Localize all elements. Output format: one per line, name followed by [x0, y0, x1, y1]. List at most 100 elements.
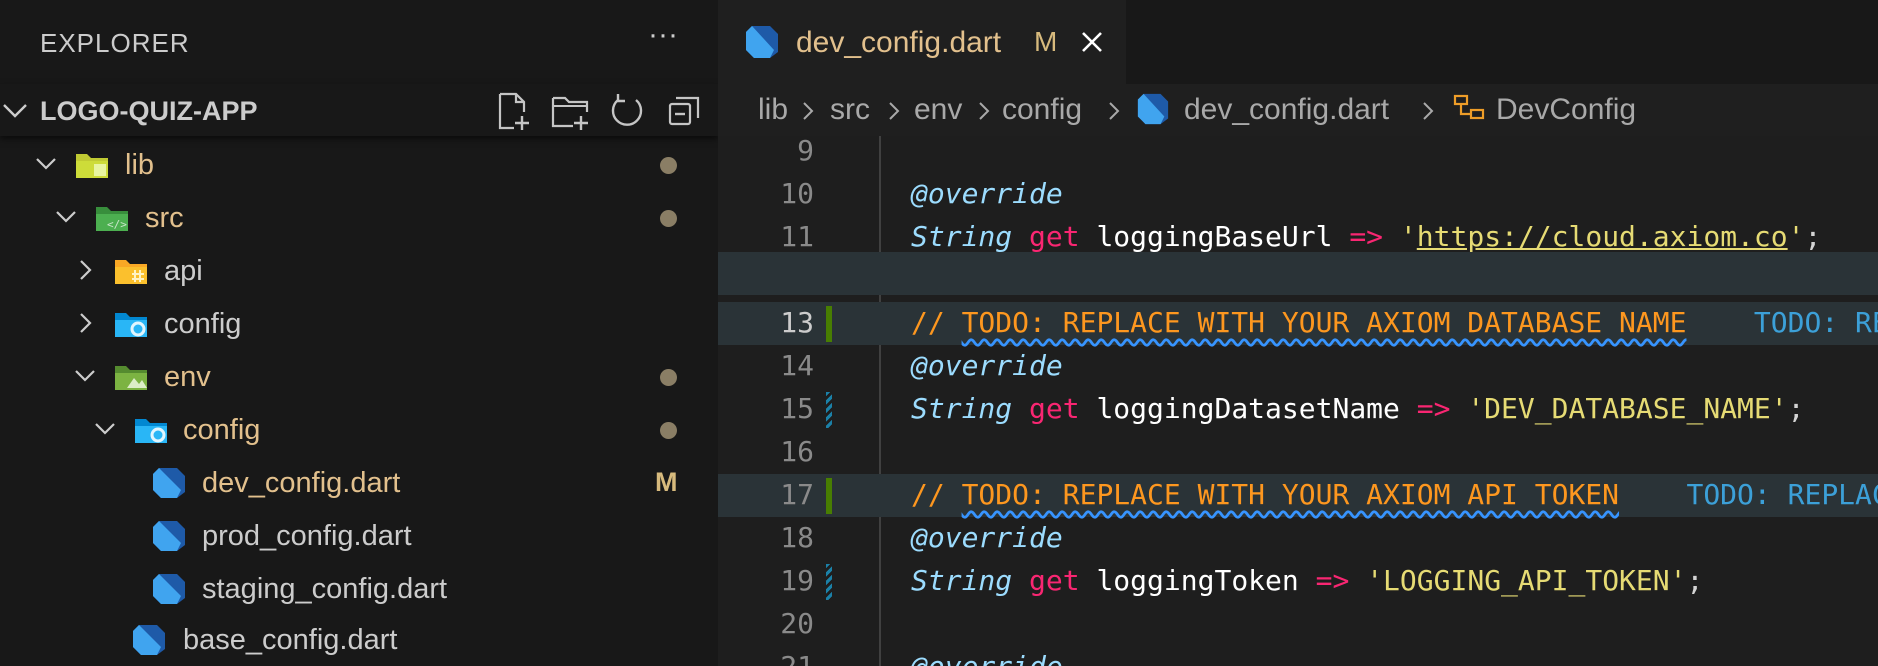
- punct-token: ;: [1686, 564, 1704, 597]
- line-number: 11: [780, 220, 814, 253]
- keyword-token: get: [1029, 220, 1080, 253]
- breadcrumb-item-config[interactable]: config: [1002, 93, 1082, 127]
- type-token: String: [911, 220, 1013, 253]
- chevron-down-icon: [56, 211, 76, 223]
- breadcrumb-item-lib[interactable]: lib: [758, 93, 788, 127]
- line-number: 20: [780, 607, 814, 640]
- url-link[interactable]: https://cloud.axiom.co: [1417, 220, 1788, 253]
- chevron-right-icon: [979, 102, 990, 120]
- new-folder-icon[interactable]: [549, 90, 591, 132]
- tree-item-label: base_config.dart: [183, 624, 398, 656]
- tree-item-label: env: [164, 361, 211, 393]
- tree-item-prod-config-dart[interactable]: prod_config.dart: [0, 509, 718, 562]
- code-line: 9: [718, 136, 1878, 173]
- line-number: 16: [780, 435, 814, 468]
- todo-inline-hint: TODO: REPLACE WITH YOUR AXIOM API TOKEN: [1686, 478, 1878, 511]
- punct-token: ;: [1787, 392, 1805, 425]
- line-number: 15: [780, 392, 814, 425]
- line-number: 18: [780, 521, 814, 554]
- keyword-token: get: [1029, 392, 1080, 425]
- breadcrumb-item-file[interactable]: dev_config.dart: [1184, 93, 1389, 127]
- tree-item-api[interactable]: api: [0, 244, 718, 297]
- tree-item-lib[interactable]: lib: [0, 138, 718, 191]
- keyword-token: get: [1029, 564, 1080, 597]
- folder-config-icon: [115, 313, 147, 337]
- tree-item-base-config-dart[interactable]: base_config.dart: [0, 613, 718, 666]
- annotation: @override: [911, 177, 1063, 210]
- tree-item-src[interactable]: </> src: [0, 191, 718, 244]
- tree-item-config[interactable]: config: [0, 297, 718, 350]
- code-text: @override: [911, 349, 1063, 382]
- collapse-all-icon[interactable]: [664, 90, 706, 132]
- annotation: @override: [911, 349, 1063, 382]
- dart-file-icon: [153, 468, 185, 498]
- code-line: 19 String get loggingToken => 'LOGGING_A…: [718, 560, 1878, 603]
- folder-api-icon: [115, 260, 147, 284]
- operator-token: =>: [1315, 564, 1350, 597]
- tree-item-dev-config-dart[interactable]: dev_config.dart M: [0, 456, 718, 509]
- breadcrumb-item-src[interactable]: src: [830, 93, 870, 127]
- new-file-icon[interactable]: [492, 90, 534, 132]
- todo-comment: TODO: REPLACE WITH YOUR AXIOM DATABASE N…: [961, 306, 1687, 339]
- line-number: 10: [780, 177, 814, 210]
- refresh-icon[interactable]: [606, 90, 648, 132]
- tab-modified-badge: M: [1034, 26, 1058, 57]
- code-text: // TODO: REPLACE WITH YOUR AXIOM API TOK…: [911, 478, 1878, 511]
- code-text: // TODO: REPLACE WITH YOUR AXIOM DATABAS…: [911, 306, 1878, 339]
- code-line-todo: 17 // TODO: REPLACE WITH YOUR AXIOM API …: [718, 474, 1878, 517]
- tree-item-env-config[interactable]: config: [0, 403, 718, 456]
- class-symbol-icon: [1453, 94, 1485, 120]
- chevron-right-icon: [1109, 102, 1120, 120]
- chevron-right-icon: [889, 102, 900, 120]
- tree-item-label: config: [164, 308, 242, 340]
- chevron-down-icon: [36, 158, 56, 170]
- ellipsis-icon[interactable]: ···: [643, 20, 683, 62]
- editor-pane: dev_config.dart M lib src env config dev…: [718, 0, 1878, 666]
- tab-dev-config-dart[interactable]: dev_config.dart M: [718, 0, 1126, 84]
- line-number: 19: [780, 564, 814, 597]
- dart-file-icon: [153, 521, 185, 551]
- todo-comment: TODO: REPLACE WITH YOUR AXIOM API TOKEN: [961, 478, 1620, 511]
- code-line: 18 @override: [718, 517, 1878, 560]
- code-text: String get loggingDatasetName => 'DEV_DA…: [911, 392, 1804, 425]
- close-icon[interactable]: [1076, 26, 1108, 58]
- folder-config-icon: [135, 419, 167, 443]
- git-added-marker: [826, 478, 832, 514]
- todo-inline-hint: TODO: REPLACE WITH YOUR AXIOM DATABASE N…: [1753, 306, 1878, 339]
- folder-src-icon: </>: [96, 207, 128, 231]
- code-line: 14 @override: [718, 345, 1878, 388]
- tree-item-label: staging_config.dart: [202, 573, 448, 605]
- breadcrumb-item-class[interactable]: DevConfig: [1496, 93, 1636, 127]
- tab-bar: dev_config.dart M: [718, 0, 1878, 84]
- breadcrumb-item-env[interactable]: env: [914, 93, 962, 127]
- modified-dot: [660, 369, 677, 386]
- explorer-sidebar: EXPLORER ··· LOGO-QUIZ-APP lib </> src a…: [0, 0, 718, 666]
- modified-dot: [660, 422, 677, 439]
- code-line: 15 String get loggingDatasetName => 'DEV…: [718, 388, 1878, 431]
- tab-label: dev_config.dart: [796, 26, 1002, 59]
- code-line-todo: 13 // TODO: REPLACE WITH YOUR AXIOM DATA…: [718, 302, 1878, 345]
- git-added-marker: [826, 306, 832, 342]
- code-editor[interactable]: 9 10 @override 11 String get loggingBase…: [718, 136, 1878, 666]
- annotation: @override: [911, 521, 1063, 554]
- project-header[interactable]: LOGO-QUIZ-APP: [0, 84, 718, 136]
- chevron-right-icon: [80, 313, 92, 333]
- code-text: @override: [911, 650, 1063, 666]
- code-text: String get loggingToken => 'LOGGING_API_…: [911, 564, 1703, 597]
- identifier-token: loggingToken: [1096, 564, 1299, 597]
- comment-token: //: [911, 478, 962, 511]
- dart-file-icon: [746, 26, 778, 58]
- tree-item-label: config: [183, 414, 261, 446]
- code-text: @override: [911, 521, 1063, 554]
- tree-item-env[interactable]: env: [0, 350, 718, 403]
- code-line: 20: [718, 603, 1878, 646]
- identifier-token: loggingBaseUrl: [1096, 220, 1333, 253]
- tree-item-staging-config-dart[interactable]: staging_config.dart: [0, 562, 718, 615]
- tree-item-label: src: [145, 202, 184, 234]
- chevron-down-icon: [75, 370, 95, 382]
- operator-token: =>: [1416, 392, 1451, 425]
- punct-token: ;: [1804, 220, 1822, 253]
- dart-file-icon: [133, 625, 165, 655]
- identifier-token: loggingDatasetName: [1096, 392, 1400, 425]
